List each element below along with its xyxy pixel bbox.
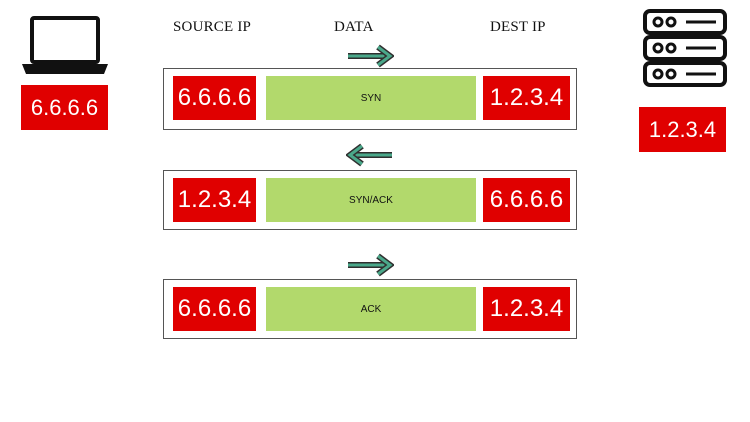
packet-syn: 6.6.6.6 SYN 1.2.3.4 — [163, 68, 577, 130]
server-rack — [640, 6, 730, 90]
client-ip-box: 6.6.6.6 — [21, 85, 108, 130]
packet-source-ip: 6.6.6.6 — [173, 76, 256, 120]
arrow-synack-left — [346, 143, 394, 167]
packet-ack: 6.6.6.6 ACK 1.2.3.4 — [163, 279, 577, 339]
arrow-right-icon — [348, 44, 394, 68]
arrow-ack-right — [346, 253, 394, 277]
packet-source-ip: 1.2.3.4 — [173, 178, 256, 222]
packet-source-ip: 6.6.6.6 — [173, 287, 256, 331]
arrow-syn-right — [346, 44, 394, 68]
packet-data: SYN/ACK — [266, 178, 476, 222]
packet-data: ACK — [266, 287, 476, 331]
laptop-icon — [22, 16, 108, 74]
packet-synack: 1.2.3.4 SYN/ACK 6.6.6.6 — [163, 170, 577, 230]
packet-dest-ip: 6.6.6.6 — [483, 178, 570, 222]
arrow-left-icon — [346, 143, 392, 167]
server-ip: 1.2.3.4 — [648, 116, 717, 142]
header-source-ip: SOURCE IP — [173, 19, 252, 35]
arrow-right-icon — [348, 253, 394, 277]
server-ip-box: 1.2.3.4 — [639, 107, 726, 152]
packet-dest-ip: 1.2.3.4 — [483, 287, 570, 331]
packet-dest-ip: 1.2.3.4 — [483, 76, 570, 120]
client-laptop — [20, 14, 110, 78]
header-dest-ip: DEST IP — [490, 19, 546, 35]
server-rack-icon — [643, 9, 727, 87]
packet-data: SYN — [266, 76, 476, 120]
header-data: DATA — [334, 19, 374, 35]
client-ip: 6.6.6.6 — [30, 94, 99, 120]
